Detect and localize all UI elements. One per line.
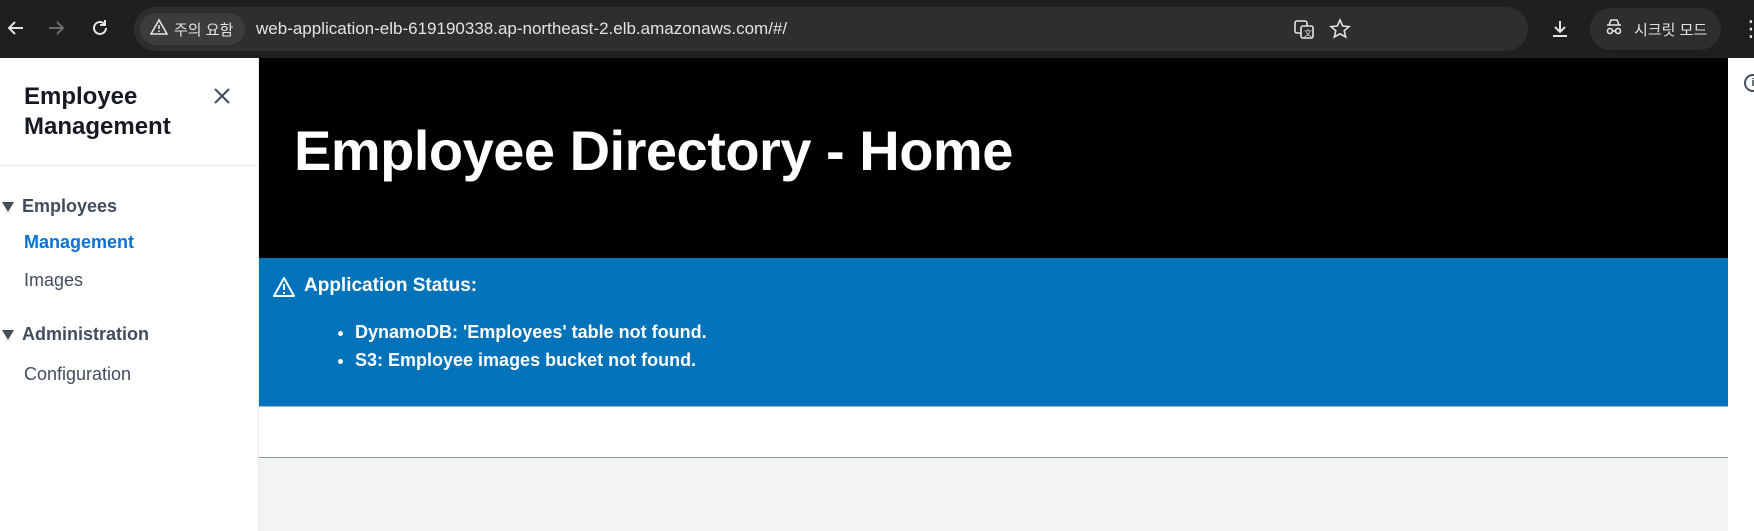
sidebar-item-images[interactable]: Images <box>24 270 83 291</box>
back-icon[interactable] <box>0 12 32 44</box>
url-text[interactable]: web-application-elb-619190338.ap-northea… <box>256 7 787 51</box>
main-content: Employee Directory - Home Application St… <box>259 58 1728 531</box>
sidebar-header: Employee Management <box>0 58 259 166</box>
sidebar-section-label: Administration <box>22 324 150 344</box>
status-alert: Application Status: DynamoDB: 'Employees… <box>259 258 1728 406</box>
side-navigation: Employee Management Employees Management… <box>0 58 259 531</box>
page-content: Employee Management Employees Management… <box>0 58 1754 531</box>
content-header-band <box>259 406 1728 458</box>
warning-icon <box>273 276 295 298</box>
browser-toolbar: 주의 요함 web-application-elb-619190338.ap-n… <box>0 0 1754 58</box>
caret-down-icon <box>2 329 14 340</box>
sidebar-item-management[interactable]: Management <box>24 232 134 253</box>
alert-item: S3: Employee images bucket not found. <box>355 346 707 374</box>
forward-icon[interactable] <box>40 12 72 44</box>
hero-banner: Employee Directory - Home <box>259 58 1728 258</box>
warning-icon <box>149 18 169 40</box>
sidebar-section-label: Employees <box>22 196 118 216</box>
address-bar[interactable]: 주의 요함 web-application-elb-619190338.ap-n… <box>134 7 1528 51</box>
alert-title: Application Status: <box>304 275 478 296</box>
sidebar-title[interactable]: Employee Management <box>24 82 204 142</box>
security-chip[interactable]: 주의 요함 <box>140 13 246 45</box>
security-chip-label: 주의 요함 <box>174 21 234 39</box>
incognito-label: 시크릿 모드 <box>1634 21 1708 39</box>
download-icon[interactable] <box>1544 13 1576 45</box>
right-rail <box>1728 58 1754 531</box>
star-icon[interactable] <box>1326 15 1354 43</box>
more-icon[interactable]: ⋮ <box>1740 14 1754 44</box>
incognito-button[interactable]: 시크릿 모드 <box>1590 8 1722 50</box>
incognito-icon <box>1604 17 1624 41</box>
sidebar-item-configuration[interactable]: Configuration <box>24 364 131 385</box>
page-title: Employee Directory - Home <box>294 119 1013 182</box>
svg-text:文: 文 <box>1304 28 1312 38</box>
sidebar-section-employees[interactable]: Employees <box>0 196 117 217</box>
alert-item: DynamoDB: 'Employees' table not found. <box>355 318 707 346</box>
translate-icon[interactable]: 文 <box>1290 15 1318 43</box>
sidebar-section-administration[interactable]: Administration <box>0 324 149 345</box>
reload-icon[interactable] <box>84 12 116 44</box>
close-icon[interactable] <box>208 82 236 110</box>
caret-down-icon <box>2 201 14 212</box>
alert-list: DynamoDB: 'Employees' table not found. S… <box>355 318 707 374</box>
